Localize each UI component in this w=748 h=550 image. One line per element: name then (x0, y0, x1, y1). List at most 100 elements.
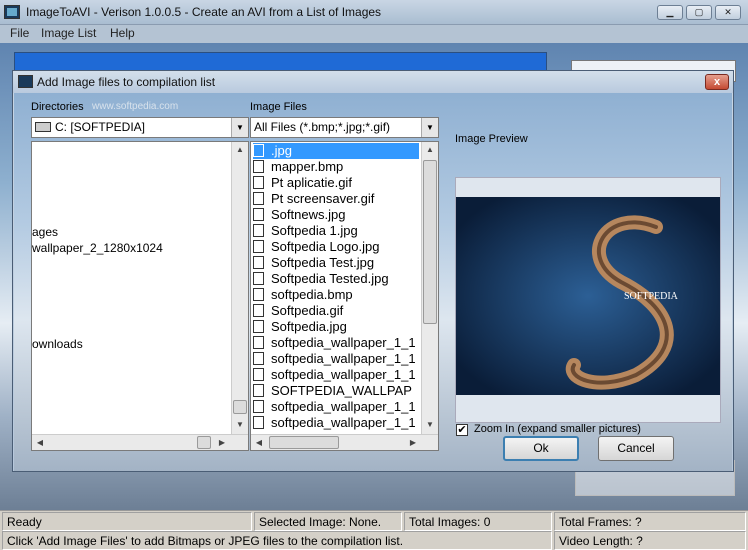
dialog-body: Directories www.softpedia.com C: [SOFTPE… (14, 93, 732, 471)
file-list-item[interactable]: softpedia_wallpaper_1_1 (253, 351, 419, 367)
image-preview: SOFTPEDIA (456, 197, 720, 395)
file-name: Softnews.jpg (271, 207, 346, 222)
file-list-item[interactable]: Softpedia Test.jpg (253, 255, 419, 271)
image-file-list[interactable]: ▲ ▼ ◀ ▶ .jpg mapper.bmp Pt aplicatie.gif Pt… (250, 141, 439, 451)
minimize-button[interactable]: ▁ (657, 5, 683, 20)
file-list-item[interactable]: Pt aplicatie.gif (253, 175, 419, 191)
file-icon (253, 304, 264, 317)
zoom-checkbox[interactable]: ✔ (456, 424, 468, 436)
file-icon (253, 288, 264, 301)
file-name: Softpedia 1.jpg (271, 223, 358, 238)
preview-logo-text: SOFTPEDIA (624, 291, 679, 302)
scroll-up-icon[interactable]: ▲ (422, 142, 438, 158)
file-name: Pt aplicatie.gif (271, 175, 352, 190)
file-hscroll[interactable]: ◀ ▶ (251, 434, 438, 450)
scroll-right-icon[interactable]: ▶ (214, 435, 230, 450)
scroll-right-icon[interactable]: ▶ (405, 435, 421, 450)
close-button[interactable]: ✕ (715, 5, 741, 20)
cancel-button[interactable]: Cancel (598, 436, 674, 461)
file-list-item[interactable]: Softpedia.jpg (253, 319, 419, 335)
file-name: softpedia_wallpaper_1_1 (271, 415, 416, 430)
file-icon (253, 320, 264, 333)
file-list-item[interactable]: softpedia_wallpaper_1_1 (253, 367, 419, 383)
file-icon (253, 384, 264, 397)
file-list-item[interactable]: Softpedia 1.jpg (253, 223, 419, 239)
maximize-button[interactable]: ▢ (686, 5, 712, 20)
file-name: softpedia.bmp (271, 287, 353, 302)
image-list-header (14, 52, 547, 72)
file-icon (253, 352, 264, 365)
image-preview-label: Image Preview (455, 133, 528, 145)
film-icon (18, 75, 33, 88)
file-list-item[interactable]: softpedia_wallpaper_1_1 (253, 335, 419, 351)
file-name: Softpedia Logo.jpg (271, 239, 380, 254)
file-list-item[interactable]: SOFTPEDIA_WALLPAP (253, 383, 419, 399)
file-icon (253, 144, 264, 157)
scroll-down-icon[interactable]: ▼ (232, 417, 248, 433)
scroll-down-icon[interactable]: ▼ (422, 417, 438, 433)
file-icon (253, 240, 264, 253)
file-name: softpedia_wallpaper_1_1 (271, 367, 416, 382)
directory-item[interactable]: wallpaper_2_1280x1024 (32, 241, 163, 255)
scroll-thumb[interactable] (197, 436, 211, 449)
window-title: ImageToAVI - Verison 1.0.0.5 - Create an… (26, 5, 382, 19)
drive-select[interactable]: C: [SOFTPEDIA] ▼ (31, 117, 249, 138)
file-list-item[interactable]: Pt screensaver.gif (253, 191, 419, 207)
scroll-thumb[interactable] (233, 400, 247, 414)
status-bar: Ready Selected Image: None. Total Images… (0, 510, 748, 550)
file-icon (253, 176, 264, 189)
menu-help[interactable]: Help (110, 26, 135, 40)
file-list-item[interactable]: .jpg (253, 143, 419, 159)
file-list-item[interactable]: mapper.bmp (253, 159, 419, 175)
file-icon (253, 416, 264, 429)
drive-value: C: [SOFTPEDIA] (55, 120, 146, 134)
file-list-item[interactable]: Softnews.jpg (253, 207, 419, 223)
file-icon (253, 208, 264, 221)
file-name: SOFTPEDIA_WALLPAP (271, 383, 412, 398)
scroll-left-icon[interactable]: ◀ (32, 435, 48, 450)
status-selected-image: Selected Image: None. (254, 512, 402, 531)
file-icon (253, 160, 264, 173)
ok-button[interactable]: Ok (503, 436, 579, 461)
file-name: softpedia_wallpaper_1_1 (271, 335, 416, 350)
file-name: Softpedia Tested.jpg (271, 271, 389, 286)
file-icon (253, 368, 264, 381)
file-icon (253, 224, 264, 237)
directory-vscroll[interactable]: ▲ ▼ (231, 142, 248, 434)
scroll-thumb[interactable] (269, 436, 339, 449)
directory-item[interactable]: ownloads (32, 337, 83, 351)
file-icon (253, 256, 264, 269)
main-title-bar: ImageToAVI - Verison 1.0.0.5 - Create an… (0, 0, 748, 25)
file-name: .jpg (271, 143, 292, 158)
dialog-close-button[interactable]: x (705, 74, 729, 90)
file-list-item[interactable]: Softpedia Tested.jpg (253, 271, 419, 287)
status-video-length: Video Length: ? (554, 531, 746, 550)
file-list-item[interactable]: softpedia.bmp (253, 287, 419, 303)
chevron-down-icon[interactable]: ▼ (421, 118, 438, 137)
status-total-frames: Total Frames: ? (554, 512, 746, 531)
menu-image-list[interactable]: Image List (41, 26, 96, 40)
file-name: softpedia_wallpaper_1_1 (271, 399, 416, 414)
add-image-files-dialog: Add Image files to compilation list x Di… (12, 70, 734, 472)
scroll-up-icon[interactable]: ▲ (232, 142, 248, 158)
directory-item[interactable]: ages (32, 225, 58, 239)
file-list-item[interactable]: Softpedia Logo.jpg (253, 239, 419, 255)
dialog-title-bar: Add Image files to compilation list x (13, 71, 733, 93)
watermark-text: www.softpedia.com (92, 101, 179, 112)
file-list-item[interactable]: softpedia_wallpaper_1_1 (253, 415, 419, 431)
menu-file[interactable]: File (10, 26, 29, 40)
status-total-images: Total Images: 0 (404, 512, 552, 531)
file-icon (253, 400, 264, 413)
file-list-item[interactable]: softpedia_wallpaper_1_1 (253, 399, 419, 415)
directory-hscroll[interactable]: ◀ ▶ (32, 434, 248, 450)
scroll-thumb[interactable] (423, 160, 437, 324)
file-vscroll[interactable]: ▲ ▼ (421, 142, 438, 434)
film-icon (4, 5, 20, 19)
file-type-select[interactable]: All Files (*.bmp;*.jpg;*.gif) ▼ (250, 117, 439, 138)
directory-list[interactable]: ages wallpaper_2_1280x1024 ownloads ▲ ▼ … (31, 141, 249, 451)
file-name: Softpedia Test.jpg (271, 255, 375, 270)
file-list-item[interactable]: Softpedia.gif (253, 303, 419, 319)
status-ready: Ready (2, 512, 252, 531)
scroll-left-icon[interactable]: ◀ (251, 435, 267, 450)
chevron-down-icon[interactable]: ▼ (231, 118, 248, 137)
